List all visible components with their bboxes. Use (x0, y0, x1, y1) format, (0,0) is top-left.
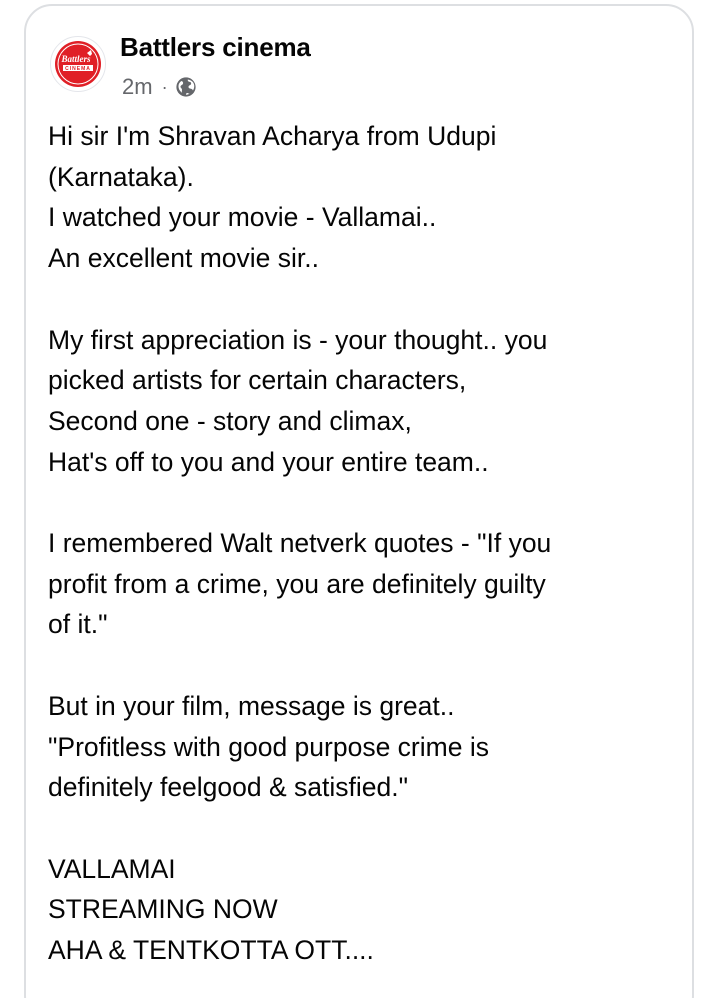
meta-separator: · (161, 76, 168, 97)
post-line-blank (48, 645, 688, 686)
post-line-blank (48, 482, 688, 523)
post-line: Hat's off to you and your entire team.. (48, 446, 489, 477)
avatar[interactable]: Battlers CINEMA (50, 36, 106, 92)
battlers-cinema-logo-icon: Battlers CINEMA (55, 41, 101, 87)
post-line: Second one - story and climax, (48, 405, 412, 436)
post-line: "Profitless with good purpose crime is (48, 731, 489, 762)
post-line: My first appreciation is - your thought.… (48, 324, 548, 355)
post-timestamp[interactable]: 2m (122, 74, 153, 100)
post-line: profit from a crime, you are definitely … (48, 568, 546, 599)
post-line: AHA & TENTKOTTA OTT.... (48, 935, 374, 965)
post-line: picked artists for certain characters, (48, 365, 467, 396)
post-line: VALLAMAI (48, 853, 176, 884)
post-line: definitely feelgood & satisfied." (48, 772, 409, 803)
page-name[interactable]: Battlers cinema (120, 32, 311, 63)
post-line: Hi sir I'm Shravan Acharya from Udupi (48, 121, 497, 151)
post-line-blank (48, 279, 688, 320)
logo-text-top: Battlers (60, 54, 91, 64)
post-line-blank (48, 808, 688, 849)
post-line: (Karnataka). (48, 161, 194, 192)
post-line: of it." (48, 609, 108, 640)
post-line: An excellent movie sir.. (48, 243, 320, 274)
post-text: Hi sir I'm Shravan Acharya from Udupi (K… (48, 116, 688, 971)
post-line: STREAMING NOW (48, 894, 278, 925)
post-line: But in your film, message is great.. (48, 690, 455, 721)
post-meta: 2m · (122, 74, 197, 100)
post-card: Battlers CINEMA Battlers cinema 2m · Hi … (24, 4, 694, 998)
globe-icon[interactable] (175, 76, 197, 98)
post-line: I watched your movie - Vallamai.. (48, 202, 437, 233)
post-line: I remembered Walt netverk quotes - "If y… (48, 528, 552, 558)
logo-text-bottom: CINEMA (65, 66, 91, 72)
